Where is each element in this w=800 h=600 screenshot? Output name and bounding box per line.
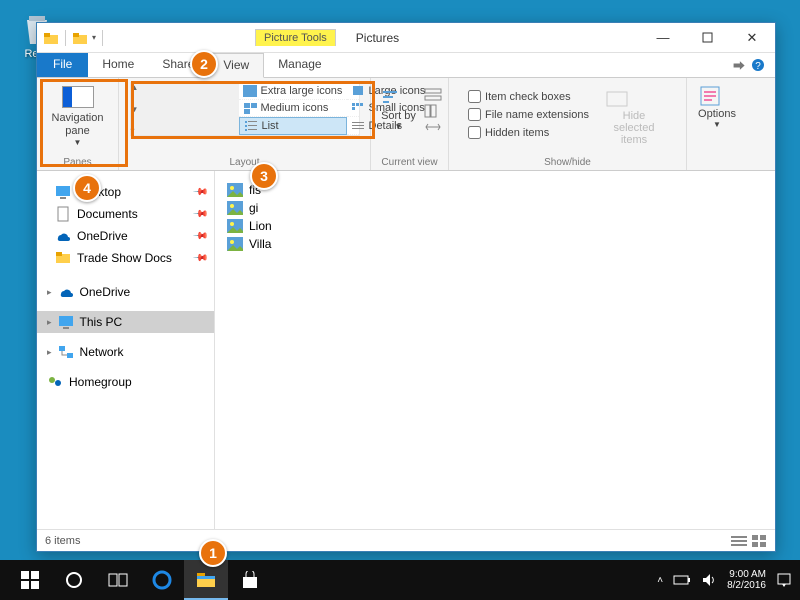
volume-icon[interactable]	[701, 573, 717, 587]
pin-icon: 📌	[191, 206, 208, 223]
network-icon	[58, 344, 74, 360]
file-explorer-taskbar-icon[interactable]	[184, 560, 228, 600]
cortana-button[interactable]	[52, 560, 96, 600]
options-button[interactable]: Options▼	[692, 82, 742, 131]
taskbar: ˄ 9:00 AM8/2/2016	[0, 560, 800, 600]
status-bar: 6 items	[37, 529, 775, 551]
close-button[interactable]: ✕	[729, 24, 775, 52]
sidebar-item-trade-show-docs[interactable]: Trade Show Docs📌	[37, 247, 214, 269]
tray-clock[interactable]: 9:00 AM8/2/2016	[727, 569, 766, 591]
sidebar-item-network[interactable]: ▸Network	[37, 341, 214, 363]
onedrive-icon	[55, 228, 71, 244]
sort-by-button[interactable]: Sort by▼	[377, 86, 420, 134]
sidebar-item-desktop[interactable]: Desktop📌	[37, 181, 214, 203]
details-view-toggle-icon[interactable]	[731, 534, 747, 548]
folder-icon	[43, 31, 59, 45]
tab-manage[interactable]: Manage	[264, 53, 335, 77]
folder-icon	[72, 31, 88, 45]
homegroup-icon	[47, 374, 63, 390]
image-icon	[227, 201, 243, 215]
window-title: Pictures	[356, 31, 399, 45]
onedrive-icon	[58, 284, 74, 300]
size-columns-icon[interactable]	[424, 120, 442, 134]
qat-customize-icon[interactable]: ▾	[92, 33, 96, 42]
file-name-extensions-checkbox[interactable]: File name extensions	[468, 108, 589, 121]
monitor-icon	[58, 314, 74, 330]
store-taskbar-icon[interactable]	[228, 560, 272, 600]
ribbon-tabs: File Home Share View Manage ⮕ ?	[37, 53, 775, 77]
folder-icon	[55, 250, 71, 266]
layout-medium-icons[interactable]: Medium icons	[239, 100, 347, 117]
pin-icon: 📌	[191, 228, 208, 245]
tab-home[interactable]: Home	[88, 53, 148, 77]
group-by-icon[interactable]	[424, 88, 442, 102]
item-check-boxes-checkbox[interactable]: Item check boxes	[468, 90, 589, 103]
minimize-button[interactable]: —	[641, 24, 685, 52]
navigation-pane: Desktop📌 Documents📌 OneDrive📌 Trade Show…	[37, 171, 215, 529]
pin-icon: 📌	[191, 250, 208, 267]
callout-3: 3	[250, 162, 278, 190]
file-item[interactable]: gi	[227, 199, 763, 217]
maximize-button[interactable]	[685, 24, 729, 52]
minimize-ribbon-icon[interactable]: ⮕	[733, 57, 745, 74]
add-columns-icon[interactable]	[424, 104, 442, 118]
sidebar-item-onedrive[interactable]: ▸OneDrive	[37, 281, 214, 303]
item-count: 6 items	[45, 535, 80, 547]
file-item[interactable]: Lion	[227, 217, 763, 235]
sidebar-item-this-pc[interactable]: ▸This PC	[37, 311, 214, 333]
tab-file[interactable]: File	[37, 53, 88, 77]
layout-details[interactable]: Details	[347, 117, 359, 135]
image-icon	[227, 219, 243, 233]
task-view-button[interactable]	[96, 560, 140, 600]
edge-taskbar-icon[interactable]	[140, 560, 184, 600]
help-icon[interactable]: ?	[751, 58, 765, 72]
desktop-icon	[55, 184, 71, 200]
sidebar-item-homegroup[interactable]: Homegroup	[37, 371, 214, 393]
sidebar-item-documents[interactable]: Documents📌	[37, 203, 214, 225]
file-explorer-window: ▾ Picture Tools Pictures — ✕ File Home S…	[36, 22, 776, 552]
document-icon	[55, 206, 71, 222]
callout-1: 1	[199, 539, 227, 567]
tray-chevron-icon[interactable]: ˄	[657, 575, 663, 586]
file-list[interactable]: fis gi Lion Villa	[215, 171, 775, 529]
image-icon	[227, 237, 243, 251]
sidebar-item-onedrive-quick[interactable]: OneDrive📌	[37, 225, 214, 247]
image-icon	[227, 183, 243, 197]
svg-text:?: ?	[755, 61, 761, 72]
thumbnails-view-toggle-icon[interactable]	[751, 534, 767, 548]
layout-small-icons[interactable]: Small icons	[347, 100, 359, 117]
picture-tools-contextual-tab: Picture Tools	[255, 29, 336, 46]
layout-gallery[interactable]: Extra large icons Large icons ▲▼▾ Medium…	[130, 82, 360, 136]
layout-list[interactable]: List	[239, 117, 347, 135]
file-item[interactable]: fis	[227, 181, 763, 199]
file-item[interactable]: Villa	[227, 235, 763, 253]
navigation-pane-button[interactable]: Navigation pane ▼	[43, 82, 112, 150]
layout-extra-large-icons[interactable]: Extra large icons	[239, 83, 347, 100]
action-center-icon[interactable]	[776, 572, 792, 588]
pin-icon: 📌	[191, 184, 208, 201]
layout-large-icons[interactable]: Large icons	[347, 83, 359, 100]
start-button[interactable]	[8, 560, 52, 600]
callout-2: 2	[190, 50, 218, 78]
callout-4: 4	[73, 174, 101, 202]
quick-access-toolbar: ▾	[37, 30, 105, 46]
ribbon-view: Navigation pane ▼ Panes Extra large icon…	[37, 77, 775, 171]
hide-selected-items-button[interactable]: Hide selected items	[599, 86, 669, 148]
battery-icon[interactable]	[673, 574, 691, 586]
titlebar: ▾ Picture Tools Pictures — ✕	[37, 23, 775, 53]
hidden-items-checkbox[interactable]: Hidden items	[468, 126, 589, 139]
